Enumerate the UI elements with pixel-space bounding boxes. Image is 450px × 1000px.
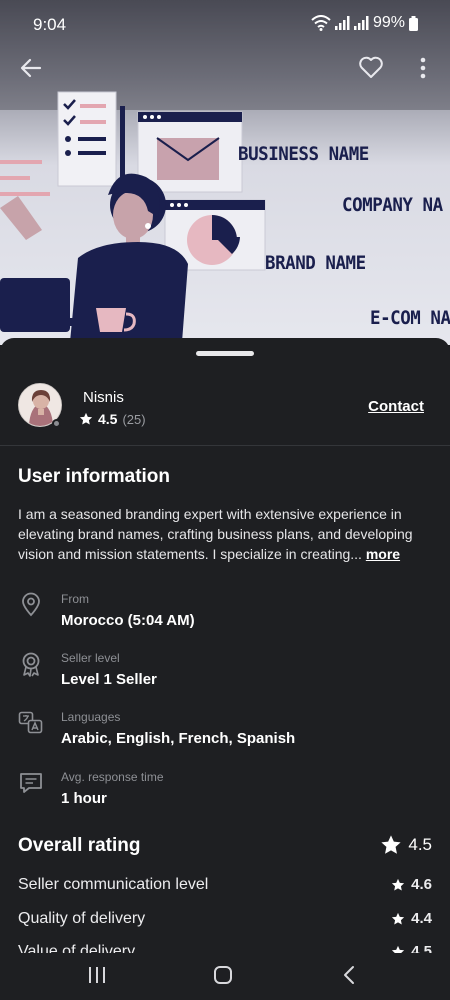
hero-text-ecom-name: E-COM NA: [370, 307, 450, 329]
rating-value: 4.6: [411, 876, 432, 893]
user-info-title: User information: [18, 466, 171, 487]
info-value-from: Morocco (5:04 AM): [61, 612, 195, 629]
star-icon: [392, 878, 405, 891]
more-options-button[interactable]: [410, 54, 436, 82]
read-more-link[interactable]: more: [366, 546, 400, 562]
rating-value: 4.5: [411, 943, 432, 953]
status-bar: 9:04 99%: [0, 0, 450, 50]
info-label-languages: Languages: [61, 710, 121, 724]
info-label-from: From: [61, 592, 89, 606]
info-item-languages: Languages Arabic, English, French, Spani…: [0, 710, 450, 760]
seller-rating-score: 4.5: [98, 411, 118, 427]
info-value-seller-level: Level 1 Seller: [61, 671, 157, 688]
wifi-icon: [311, 15, 331, 31]
location-pin-icon: [22, 592, 40, 617]
rating-row-value: Value of delivery 4.5: [18, 943, 432, 953]
rating-value: 4.4: [411, 910, 432, 927]
battery-percent: 99%: [372, 14, 405, 31]
hero-text-brand-name: BRAND NAME: [265, 252, 366, 274]
rating-value-group: 4.6: [391, 876, 432, 893]
signal-icon-2: [353, 16, 369, 30]
hero-text-company-name: COMPANY NA: [342, 194, 443, 216]
seller-info-sheet: Nisnis 4.5 (25) Contact User information…: [0, 338, 450, 953]
info-label-response-time: Avg. response time: [61, 770, 164, 784]
rating-value-group: 4.5: [391, 943, 432, 953]
star-icon: [392, 912, 405, 925]
home-icon: [214, 966, 232, 984]
chevron-left-icon: [344, 966, 354, 984]
rating-row-communication: Seller communication level 4.6: [18, 876, 432, 894]
seller-review-count: (25): [122, 411, 146, 427]
system-navigation-bar: [0, 953, 450, 1000]
info-value-languages: Arabic, English, French, Spanish: [61, 730, 296, 747]
home-button[interactable]: [203, 963, 243, 987]
heart-icon: [359, 56, 383, 78]
recent-apps-icon: [89, 967, 105, 983]
system-back-button[interactable]: [329, 963, 369, 987]
award-badge-icon: [22, 652, 40, 677]
info-item-response-time: Avg. response time 1 hour: [0, 770, 450, 820]
seller-rating: 4.5 (25): [79, 411, 146, 427]
overall-rating-title: Overall rating: [18, 835, 141, 856]
seller-name[interactable]: Nisnis: [83, 389, 124, 406]
overall-rating-value: 4.5: [408, 835, 432, 854]
recent-apps-button[interactable]: [77, 963, 117, 987]
seller-bio-text: I am a seasoned branding expert with ext…: [18, 506, 413, 562]
info-value-response-time: 1 hour: [61, 790, 107, 807]
info-item-from: From Morocco (5:04 AM): [0, 592, 450, 642]
chat-bubble-icon: [20, 773, 42, 793]
back-button[interactable]: [16, 54, 46, 82]
star-icon: [392, 945, 405, 953]
favorite-button[interactable]: [356, 52, 386, 82]
seller-bio: I am a seasoned branding expert with ext…: [18, 504, 434, 564]
sheet-drag-handle[interactable]: [196, 351, 254, 356]
rating-row-quality: Quality of delivery 4.4: [18, 910, 432, 928]
battery-icon: [409, 15, 418, 31]
rating-label: Quality of delivery: [18, 910, 146, 927]
info-item-seller-level: Seller level Level 1 Seller: [0, 651, 450, 701]
status-time: 9:04: [33, 15, 67, 34]
translate-icon: [18, 711, 43, 734]
online-status-indicator: [52, 419, 61, 428]
rating-label: Value of delivery: [18, 943, 136, 953]
arrow-left-icon: [20, 58, 42, 78]
star-icon: [381, 835, 401, 854]
star-icon: [79, 412, 93, 425]
signal-icon: [334, 16, 350, 30]
vertical-dots-icon: [420, 57, 426, 79]
status-icons: 99%: [311, 14, 418, 32]
contact-button[interactable]: Contact: [368, 398, 424, 415]
overall-rating-score: 4.5: [380, 834, 432, 856]
rating-value-group: 4.4: [391, 910, 432, 927]
rating-label: Seller communication level: [18, 876, 209, 893]
hero-text-business-name: BUSINESS NAME: [238, 143, 369, 165]
info-label-seller-level: Seller level: [61, 651, 120, 665]
seller-row[interactable]: Nisnis 4.5 (25) Contact: [0, 378, 450, 446]
